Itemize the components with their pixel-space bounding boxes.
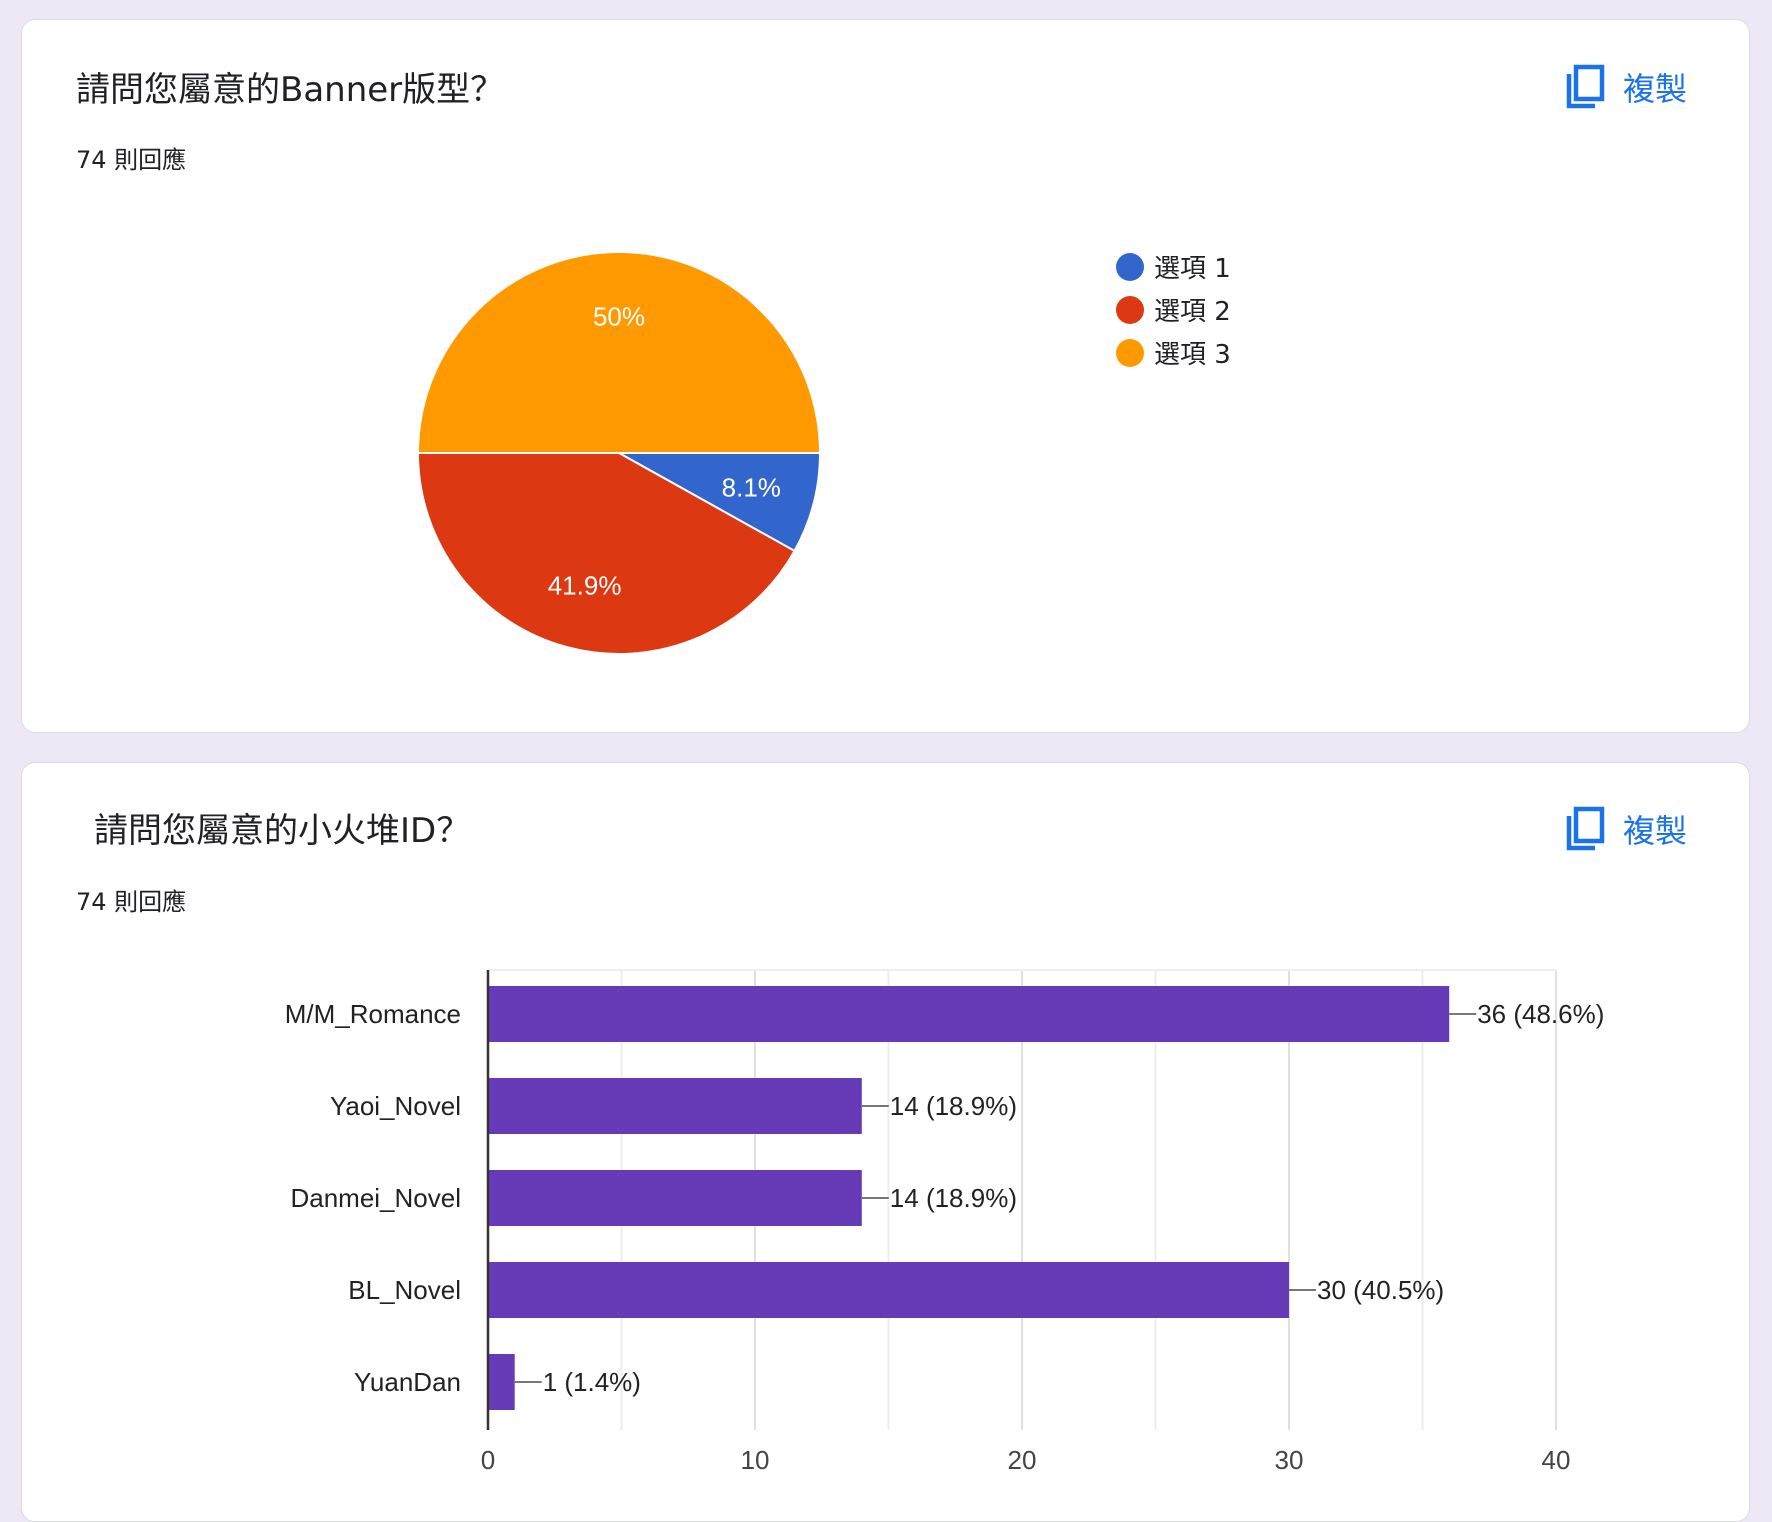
pie-slice-label: 41.9% bbox=[548, 570, 622, 600]
bar-chart: M/M_Romance 36 (48.6%) Yaoi_Novel 14 (18.9%… bbox=[285, 969, 1604, 1475]
legend-swatch bbox=[1116, 252, 1144, 281]
x-tick-label: 20 bbox=[1008, 1445, 1037, 1475]
bar bbox=[488, 1354, 515, 1410]
category-label: Danmei_Novel bbox=[290, 1183, 461, 1213]
bar bbox=[488, 1262, 1289, 1318]
legend-item-option-3: 選項 3 bbox=[1116, 331, 1231, 374]
data-label: 14 (18.9%) bbox=[890, 1091, 1017, 1121]
legend-item-option-1: 選項 1 bbox=[1116, 245, 1231, 288]
x-tick-label: 10 bbox=[741, 1445, 770, 1475]
pie-chart: 8.1% 41.9% 50% bbox=[416, 251, 822, 655]
category-label: BL_Novel bbox=[348, 1275, 461, 1305]
pie-slice-label: 8.1% bbox=[722, 472, 781, 502]
category-label: Yaoi_Novel bbox=[330, 1091, 461, 1121]
question-card-id: 請問您屬意的小火堆ID？ 複製 74 則回應 M/M_Romance 36 (48… bbox=[21, 762, 1750, 1522]
data-label: 14 (18.9%) bbox=[890, 1183, 1017, 1213]
pie-slice bbox=[416, 251, 822, 454]
bar bbox=[488, 1170, 862, 1226]
legend-item-option-2: 選項 2 bbox=[1116, 288, 1231, 331]
x-tick-label: 30 bbox=[1275, 1445, 1304, 1475]
pie-legend: 選項 1 選項 2 選項 3 bbox=[1116, 245, 1231, 374]
data-label: 30 (40.5%) bbox=[1317, 1275, 1444, 1305]
bar bbox=[488, 1078, 862, 1134]
pie-slice-label: 50% bbox=[593, 301, 645, 331]
legend-label: 選項 1 bbox=[1154, 254, 1231, 284]
x-tick-label: 0 bbox=[481, 1445, 495, 1475]
data-label: 1 (1.4%) bbox=[543, 1367, 641, 1397]
legend-swatch bbox=[1116, 338, 1144, 367]
x-tick-label: 40 bbox=[1542, 1445, 1571, 1475]
legend-swatch bbox=[1116, 295, 1144, 324]
bar bbox=[488, 986, 1450, 1042]
category-label: M/M_Romance bbox=[285, 999, 461, 1029]
legend-label: 選項 3 bbox=[1154, 340, 1231, 370]
category-label: YuanDan bbox=[354, 1367, 461, 1397]
data-label: 36 (48.6%) bbox=[1477, 999, 1604, 1029]
legend-label: 選項 2 bbox=[1154, 297, 1231, 327]
question-card-banner: 請問您屬意的Banner版型？ 複製 74 則回應 8.1% 41.9% 50% 選… bbox=[21, 19, 1750, 733]
